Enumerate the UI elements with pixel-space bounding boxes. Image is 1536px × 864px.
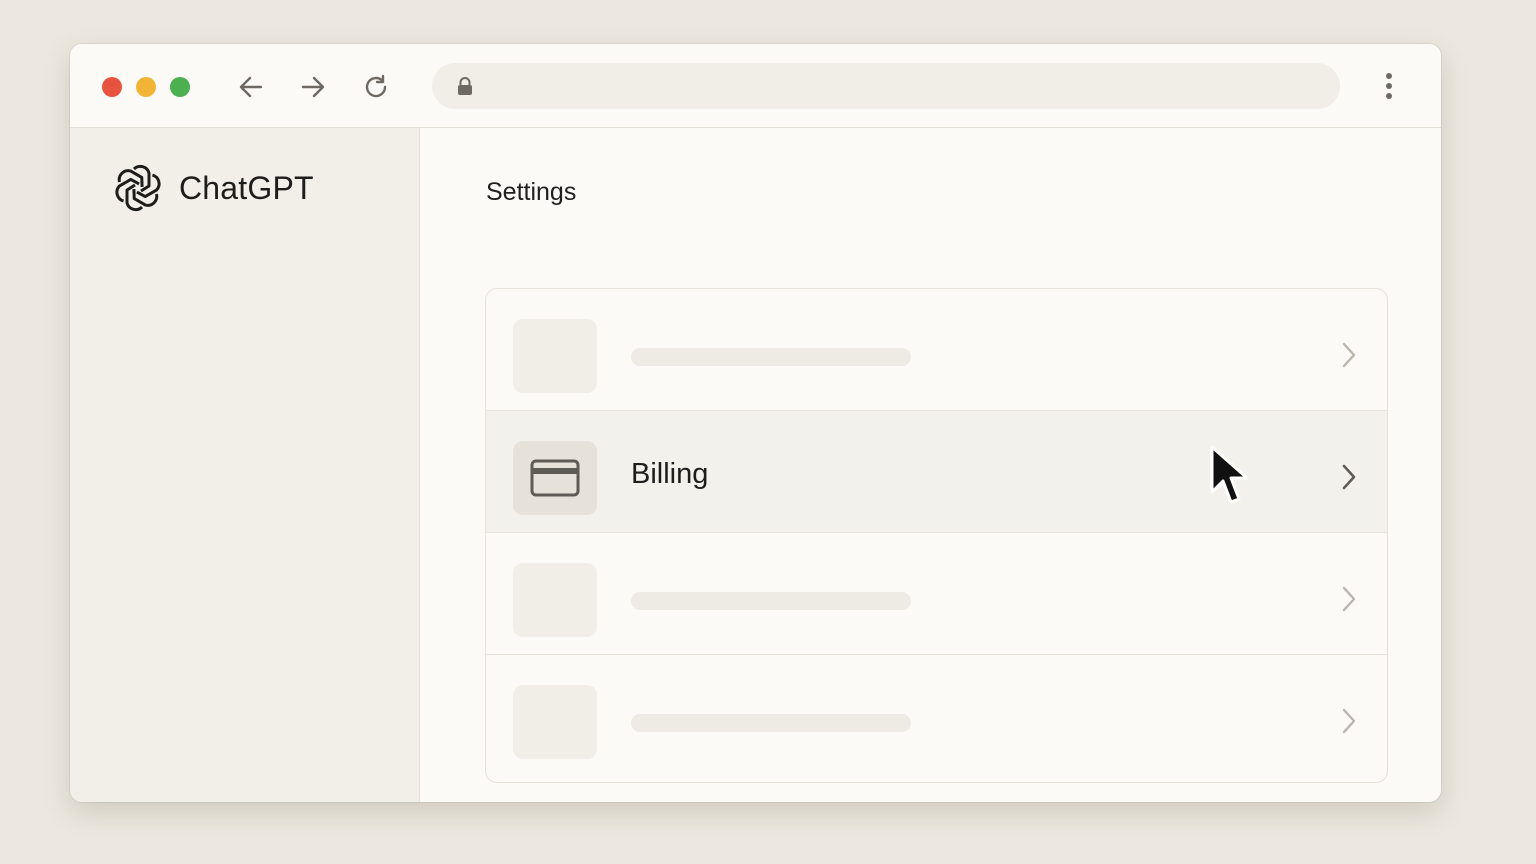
row-label-placeholder — [631, 348, 911, 366]
row-icon-placeholder — [513, 685, 597, 759]
row-icon-placeholder — [513, 563, 597, 637]
brand-logo-row[interactable]: ChatGPT — [113, 163, 314, 213]
row-label-placeholder — [631, 592, 911, 610]
chevron-right-icon — [1342, 586, 1356, 612]
chevron-right-icon — [1342, 342, 1356, 368]
credit-card-icon — [530, 459, 580, 497]
more-vertical-icon — [1386, 73, 1392, 99]
arrow-left-icon — [239, 76, 263, 98]
settings-row-placeholder-4[interactable] — [486, 655, 1387, 776]
window-close-button[interactable] — [102, 77, 122, 97]
arrow-right-icon — [301, 76, 325, 98]
lock-icon — [458, 77, 472, 95]
row-label-placeholder — [631, 714, 911, 732]
settings-row-placeholder-3[interactable] — [486, 533, 1387, 655]
settings-row-placeholder-1[interactable] — [486, 289, 1387, 411]
settings-list: Billing — [485, 288, 1388, 783]
forward-button[interactable] — [298, 72, 328, 102]
mouse-pointer-icon — [1210, 445, 1249, 504]
brand-name: ChatGPT — [179, 169, 314, 206]
browser-menu-button[interactable] — [1374, 70, 1404, 102]
billing-icon-tile — [513, 441, 597, 515]
window-maximize-button[interactable] — [170, 77, 190, 97]
browser-window: ChatGPT Settings Billing — [70, 44, 1441, 802]
settings-panel: Settings Billing — [420, 128, 1441, 802]
page-title: Settings — [486, 178, 577, 206]
address-bar[interactable] — [432, 63, 1340, 109]
chevron-right-icon — [1342, 464, 1356, 490]
reload-icon — [365, 74, 387, 98]
billing-label: Billing — [631, 458, 709, 490]
reload-button[interactable] — [361, 72, 391, 102]
browser-toolbar — [70, 44, 1441, 128]
row-icon-placeholder — [513, 319, 597, 393]
back-button[interactable] — [236, 72, 266, 102]
openai-logo-icon — [115, 164, 161, 212]
window-minimize-button[interactable] — [136, 77, 156, 97]
sidebar: ChatGPT — [70, 128, 420, 802]
chevron-right-icon — [1342, 708, 1356, 734]
